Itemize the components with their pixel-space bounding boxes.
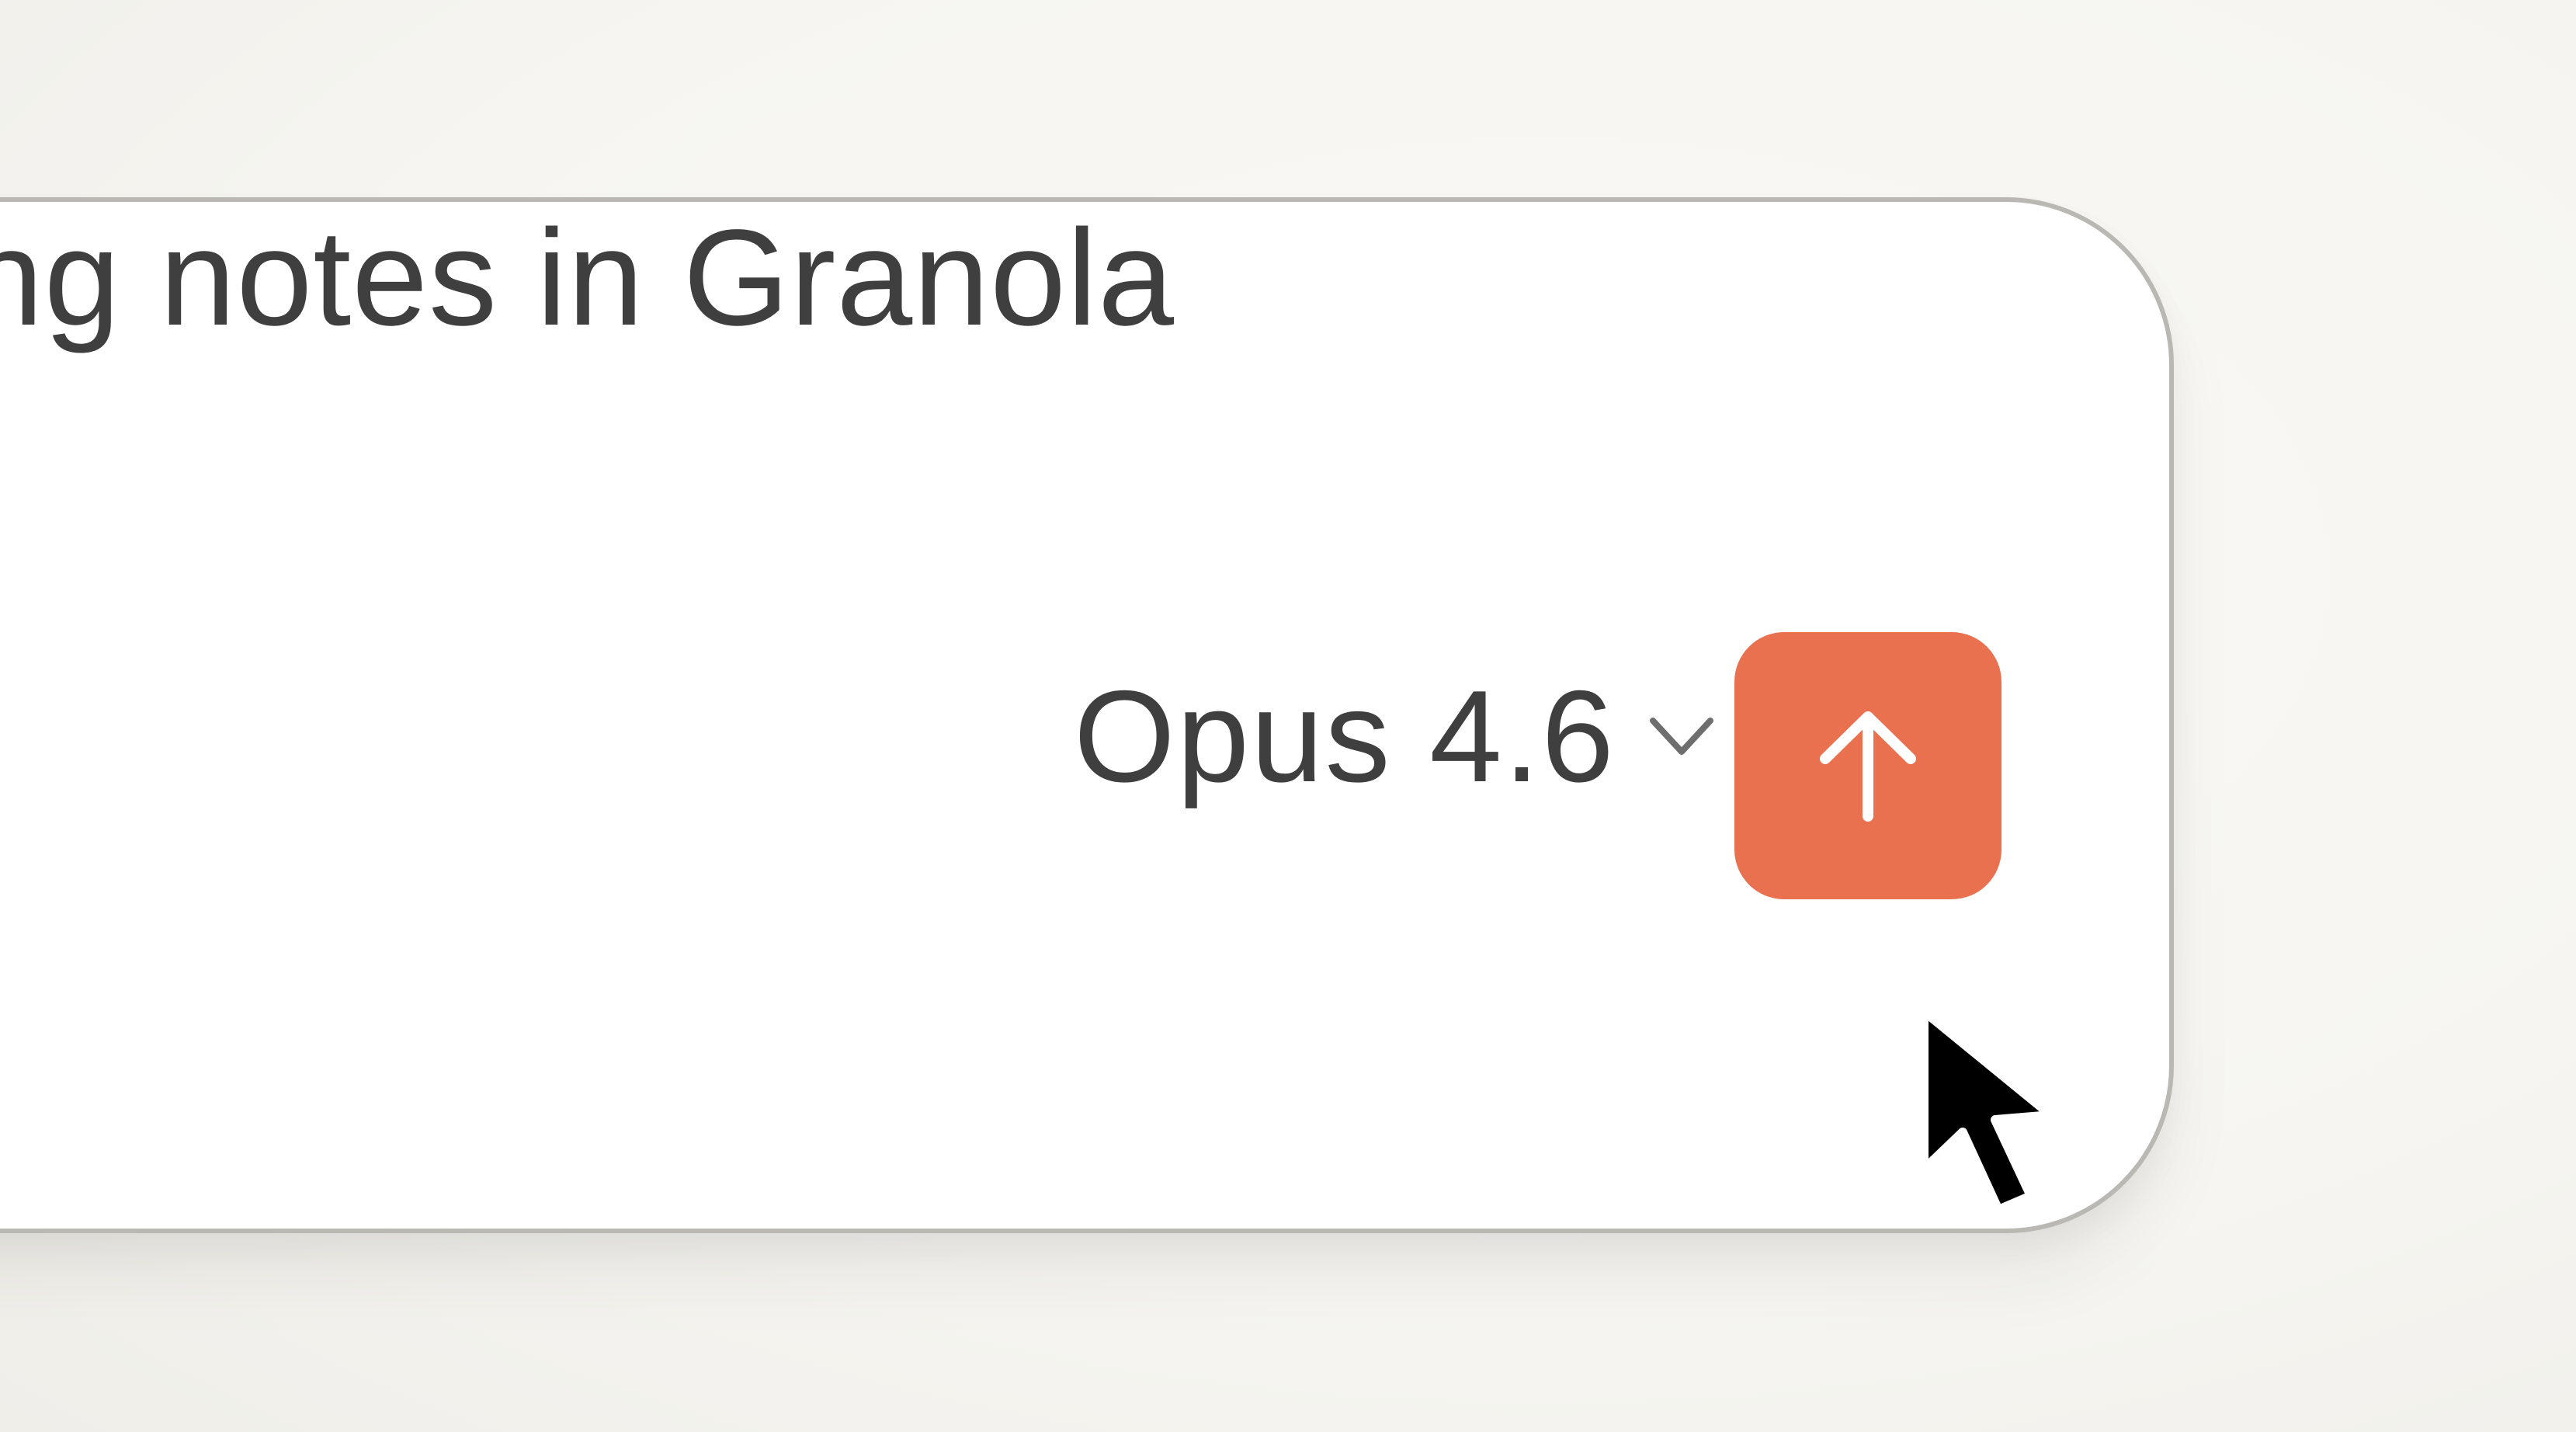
chevron-down-icon: [1649, 718, 1713, 755]
model-selector[interactable]: Opus 4.6: [1074, 651, 1717, 822]
prompt-input-text[interactable]: ing notes in Granola: [0, 210, 1175, 346]
model-selector-label: Opus 4.6: [1074, 663, 1616, 809]
app-canvas: ing notes in Granola Opus 4.6: [0, 0, 2576, 1432]
arrow-up-icon: [1820, 711, 1916, 822]
send-button[interactable]: [1734, 632, 2001, 899]
